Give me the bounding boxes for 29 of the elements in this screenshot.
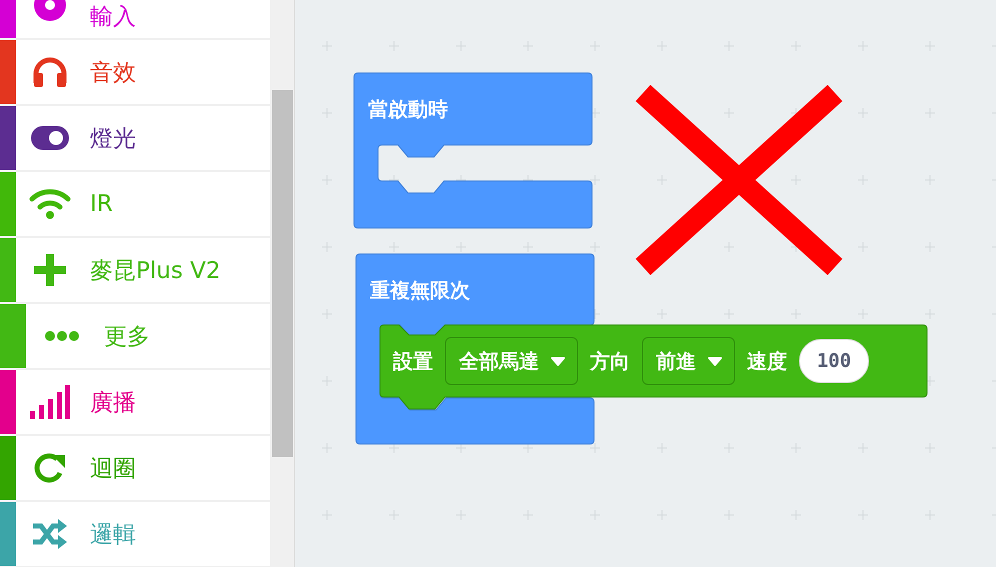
sidebar-item[interactable]: 輸入 (0, 0, 270, 38)
block-text: 設置 (393, 348, 433, 374)
caret-icon (708, 356, 722, 366)
circular-arrow-icon (33, 451, 67, 485)
plus-icon (34, 254, 66, 286)
dropdown-field[interactable]: 前進 (642, 337, 735, 385)
sidebar-item[interactable]: 邏輯 (0, 502, 270, 566)
dots-icon (45, 331, 79, 341)
shuffle-icon (32, 519, 68, 549)
sidebar-item[interactable]: 廣播 (0, 370, 270, 434)
headphones-icon (33, 57, 67, 87)
caret-icon (551, 356, 565, 366)
scrollbar-thumb[interactable] (272, 90, 293, 457)
sidebar-item[interactable]: 麥昆Plus V2 (0, 238, 270, 302)
sidebar-item[interactable]: 燈光 (0, 106, 270, 170)
sidebar-item[interactable]: 音效 (0, 40, 270, 104)
block-text: 方向 (590, 348, 630, 374)
block-label: 重複無限次 (370, 277, 470, 304)
cross-mark-icon (635, 85, 845, 275)
sidebar-item[interactable]: IR (0, 172, 270, 236)
wifi-icon (29, 188, 71, 220)
block-text: 速度 (747, 348, 787, 374)
sidebar-item[interactable]: 迴圈 (0, 436, 270, 500)
signal-bars-icon (30, 385, 70, 419)
dropdown-field[interactable]: 全部馬達 (445, 337, 578, 385)
block-label: 當啟動時 (368, 96, 448, 123)
sidebar-item[interactable]: 更多 (0, 304, 270, 368)
event-block[interactable] (354, 72, 592, 228)
toggle-icon (31, 126, 69, 150)
